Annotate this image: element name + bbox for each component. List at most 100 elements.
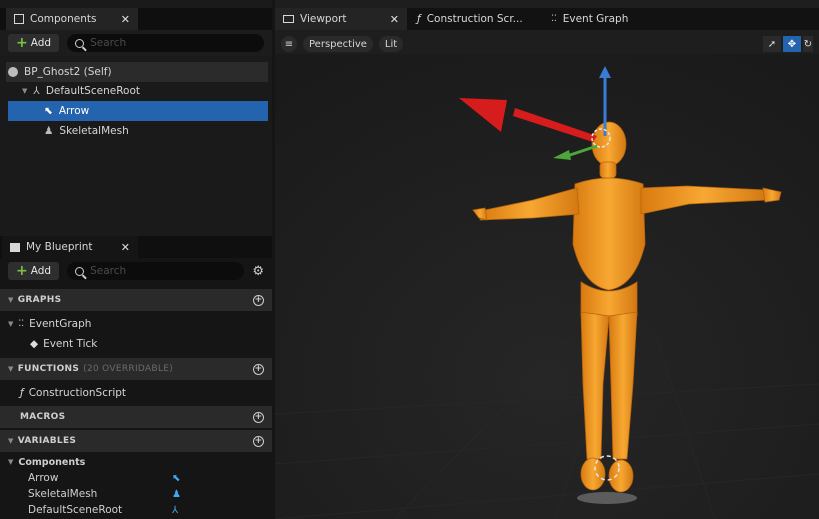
components-panel: Components ✕ + Add Search BP_Ghost2 (Sel… [0,0,272,236]
add-graph-icon[interactable]: + [253,294,264,306]
collapse-arrow-icon: ▼ [8,296,14,304]
close-icon[interactable]: ✕ [390,13,399,26]
event-icon: ◆ [30,338,39,350]
collapse-arrow-icon: ▼ [8,365,14,373]
tree-item-self[interactable]: BP_Ghost2 (Self) [8,62,266,82]
close-icon[interactable]: ✕ [121,13,130,26]
blueprint-tabbar: My Blueprint ✕ [0,236,272,258]
components-search-input[interactable]: Search [67,34,264,52]
mesh-base-shadow [577,492,637,504]
expand-arrow-icon: ▼ [8,320,14,328]
functions-section-header[interactable]: ▼ FUNCTIONS (20 OVERRIDABLE) + [0,358,272,380]
tree-item-default-scene-root[interactable]: ▼ ⅄ DefaultSceneRoot [22,81,266,101]
add-label: Add [30,265,52,277]
tree-item-label: SkeletalMesh [59,125,129,137]
tab-viewport[interactable]: Viewport ✕ [275,8,407,30]
tree-item-label: DefaultSceneRoot [45,85,140,97]
add-macro-icon[interactable]: + [253,411,264,423]
arrow-component-icon: ⬉ [44,105,53,117]
macros-section-header[interactable]: MACROS + [0,406,272,428]
event-graph-icon: ⁚⁚ [18,319,25,329]
event-tick-label: Event Tick [43,338,98,350]
variable-row-arrow[interactable]: Arrow ⬉ [0,470,268,486]
search-placeholder: Search [90,265,127,277]
search-icon [75,266,85,276]
viewport-panel: Viewport ✕ ƒ Construction Scr... ⁚⁚ Even… [275,0,819,519]
construction-script-item[interactable]: ƒ ConstructionScript [20,384,126,402]
scene-root-icon: ⅄ [33,85,40,97]
tree-item-arrow[interactable]: ⬉ Arrow [44,101,266,121]
add-blueprint-button[interactable]: + Add [8,262,60,280]
rotate-tool-icon[interactable]: ↻ [803,36,813,52]
components-tab-label: Components [30,13,97,25]
expand-arrow-icon: ▼ [8,458,14,466]
components-toolbar: + Add Search [0,30,272,56]
tab-label: Viewport [300,13,347,25]
viewport-tabbar: Viewport ✕ ƒ Construction Scr... ⁚⁚ Even… [275,8,819,30]
tab-components[interactable]: Components ✕ [6,8,138,30]
search-placeholder: Search [90,37,127,49]
variable-name: Arrow [28,472,59,484]
event-tick-item[interactable]: ◆ Event Tick [30,335,97,353]
event-graph-icon: ⁚⁚ [551,14,557,24]
right-foot [608,459,634,493]
tab-event-graph[interactable]: ⁚⁚ Event Graph [543,8,675,30]
tree-item-label: BP_Ghost2 (Self) [24,66,112,78]
blueprint-self-icon [8,67,18,77]
skeletal-mesh-icon: ♟ [172,488,181,500]
arrow-component-icon: ⬉ [172,472,181,484]
perspective-button[interactable]: Perspective [303,36,373,52]
my-blueprint-panel: My Blueprint ✕ + Add Search ⚙ ▼ GRAPHS +… [0,236,272,519]
plus-icon: + [16,35,28,51]
function-icon: ƒ [20,387,24,399]
tab-my-blueprint[interactable]: My Blueprint ✕ [2,236,138,258]
lit-button[interactable]: Lit [378,36,404,52]
components-tabbar: Components ✕ [0,8,272,30]
tab-construction-script[interactable]: ƒ Construction Scr... [409,8,541,30]
plus-icon: + [16,263,28,279]
components-group-label: Components [18,456,86,468]
viewport-toolbar: ≡ Perspective Lit [281,36,404,52]
add-variable-icon[interactable]: + [253,435,264,447]
functions-label: FUNCTIONS [17,364,80,374]
construction-script-label: ConstructionScript [28,387,127,399]
macros-label: MACROS [20,412,66,422]
tree-item-label: Arrow [58,105,90,117]
event-graph-item[interactable]: ▼ ⁚⁚ EventGraph [8,315,91,333]
blueprint-toolbar: + Add Search ⚙ [0,258,272,284]
variable-row-default-scene-root[interactable]: DefaultSceneRoot ⅄ [0,502,268,518]
left-foot [580,457,606,491]
variables-label: VARIABLES [17,436,77,446]
tab-label: Event Graph [562,13,629,25]
graphs-section-header[interactable]: ▼ GRAPHS + [0,289,272,311]
variable-name: DefaultSceneRoot [28,504,123,516]
viewport-tab-icon [283,15,294,23]
event-graph-label: EventGraph [29,318,92,330]
add-function-icon[interactable]: + [253,363,264,375]
blueprint-book-icon [10,242,20,252]
variable-name: SkeletalMesh [28,488,98,500]
close-icon[interactable]: ✕ [121,241,130,254]
viewport-menu-button[interactable]: ≡ [281,36,297,52]
variables-components-group[interactable]: ▼ Components [8,453,85,471]
expand-arrow-icon: ▼ [22,87,28,95]
translate-tool-icon[interactable]: ✥ [783,36,801,52]
collapse-arrow-icon: ▼ [8,437,14,445]
variable-row-skeletal-mesh[interactable]: SkeletalMesh ♟ [0,486,268,502]
tab-label: Construction Scr... [426,13,523,25]
select-tool-icon[interactable]: ➚ [763,36,781,52]
add-component-button[interactable]: + Add [8,34,60,52]
neck [599,161,617,179]
viewport-scene[interactable] [275,54,819,519]
graphs-label: GRAPHS [17,295,62,305]
components-tab-icon [14,14,24,24]
blueprint-tab-label: My Blueprint [26,241,93,253]
head [591,121,627,167]
function-icon: ƒ [417,13,421,25]
gear-icon[interactable]: ⚙ [252,264,264,279]
tree-item-skeletal-mesh[interactable]: ♟ SkeletalMesh [44,121,266,141]
add-label: Add [30,37,52,49]
skeletal-mesh-icon: ♟ [44,125,54,137]
blueprint-search-input[interactable]: Search [67,262,245,280]
variables-section-header[interactable]: ▼ VARIABLES + [0,430,272,452]
